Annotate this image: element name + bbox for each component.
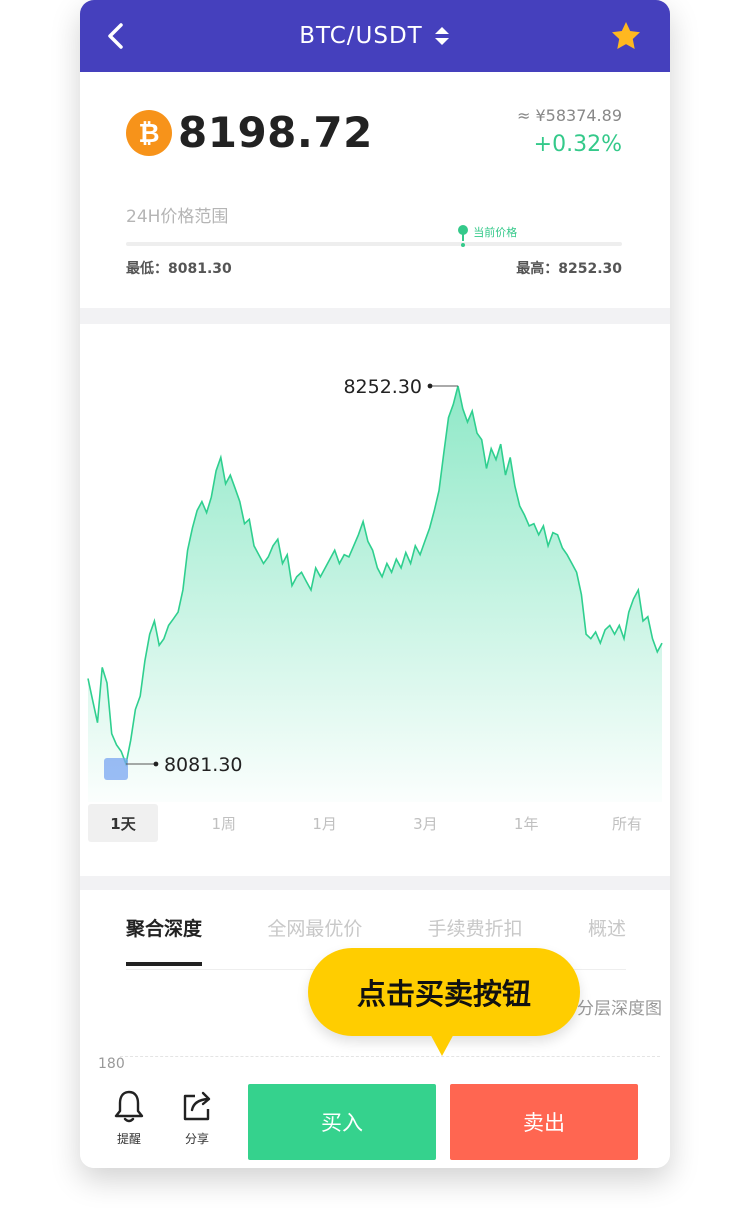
current-price-pin-icon [458, 225, 469, 247]
share-icon [183, 1091, 211, 1121]
period-tabs: 1天 1周 1月 3月 1年 所有 [88, 804, 662, 842]
star-icon[interactable] [610, 20, 642, 52]
cny-price: ≈ ¥58374.89 [516, 106, 622, 125]
period-tab-0[interactable]: 1天 [88, 804, 158, 842]
layered-depth-link[interactable]: 分层深度图 [577, 994, 662, 1019]
period-tab-5[interactable]: 所有 [592, 804, 662, 842]
depth-tab-3[interactable]: 概述 [588, 914, 626, 964]
price-change: +0.32% [533, 132, 622, 157]
max-marker: 8252.30 [343, 376, 459, 398]
low-price: 最低：8081.30 [126, 261, 232, 277]
bitcoin-icon: ₿ [126, 110, 172, 156]
chart-area [88, 386, 662, 802]
max-dot [427, 383, 433, 389]
chevron-left-icon[interactable] [102, 20, 132, 52]
range-bar [126, 242, 622, 246]
buy-button[interactable]: 买入 [248, 1084, 436, 1160]
period-tab-2[interactable]: 1月 [290, 804, 360, 842]
price-chart[interactable]: 8252.30 8081.30 [80, 324, 670, 804]
depth-gridline [120, 1056, 660, 1057]
range-label: 24H价格范围 [126, 207, 229, 227]
pair-selector[interactable]: BTC/USDT [80, 0, 670, 72]
price-chart-card: 8252.30 8081.30 1天 1周 1月 3月 1年 所有 [80, 324, 670, 876]
current-price: 8198.72 [178, 108, 373, 157]
logo-icon [104, 758, 128, 780]
sell-button[interactable]: 卖出 [450, 1084, 638, 1160]
share-button[interactable]: 分享 [172, 1088, 222, 1152]
pair-title: BTC/USDT [299, 23, 423, 49]
period-tab-1[interactable]: 1周 [189, 804, 259, 842]
hint-tooltip: 点击买卖按钮 [308, 948, 580, 1036]
remind-label: 提醒 [116, 1132, 141, 1146]
remind-button[interactable]: 提醒 [104, 1088, 154, 1152]
current-price-label: 当前价格 [473, 226, 518, 239]
period-tab-4[interactable]: 1年 [491, 804, 561, 842]
depth-axis-label: 180 [98, 1056, 125, 1072]
hint-tooltip-tail [428, 1030, 456, 1056]
period-tab-3[interactable]: 3月 [390, 804, 460, 842]
depth-tab-0[interactable]: 聚合深度 [126, 914, 203, 966]
min-price-label: 8081.30 [164, 754, 243, 776]
bottom-action-bar: 提醒 分享 买入 卖出 [80, 1074, 670, 1168]
min-dot [153, 761, 159, 767]
high-price: 最高：8252.30 [516, 261, 622, 277]
bell-icon [114, 1090, 144, 1123]
top-bar: BTC/USDT [80, 0, 670, 72]
sort-updown-icon [434, 27, 449, 45]
price-card: ₿ 8198.72 ≈ ¥58374.89 +0.32% 24H价格范围 当前价… [80, 72, 670, 308]
max-price-label: 8252.30 [343, 376, 422, 398]
share-label: 分享 [184, 1132, 209, 1146]
